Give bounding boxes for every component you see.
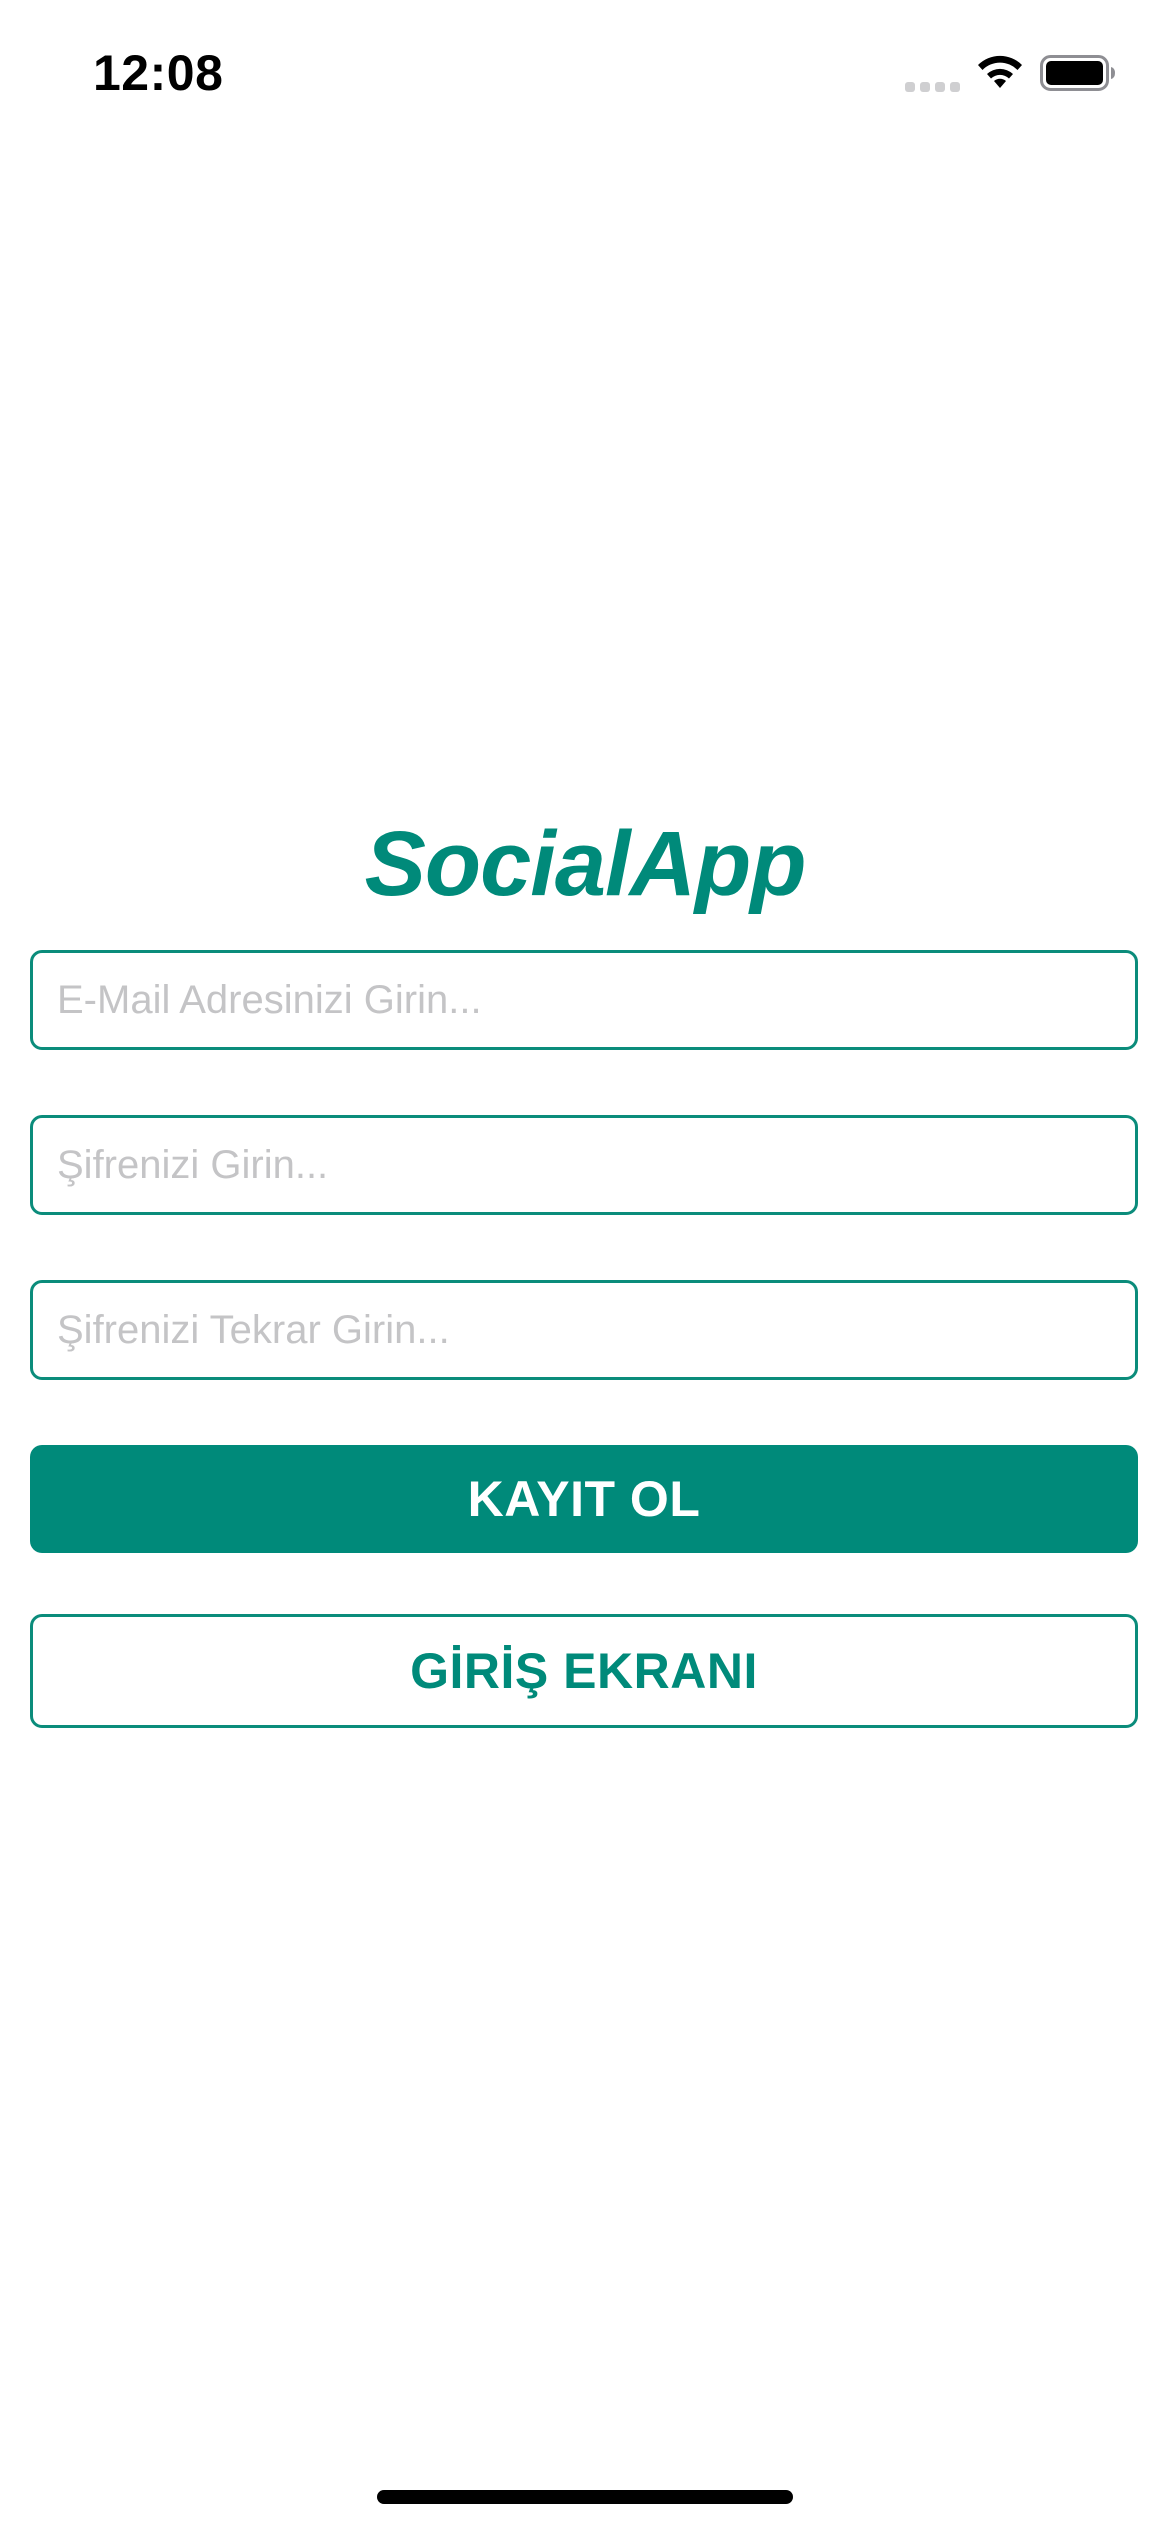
battery-icon bbox=[1040, 55, 1115, 91]
cellular-signal-icon bbox=[905, 82, 960, 92]
status-time: 12:08 bbox=[93, 45, 224, 101]
password-field[interactable] bbox=[30, 1115, 1138, 1215]
status-bar: 12:08 bbox=[0, 0, 1170, 150]
home-indicator[interactable] bbox=[377, 2490, 793, 2504]
wifi-icon bbox=[978, 55, 1022, 88]
register-button[interactable]: KAYIT OL bbox=[30, 1445, 1138, 1553]
login-screen-button[interactable]: GİRİŞ EKRANI bbox=[30, 1614, 1138, 1728]
password-repeat-input[interactable] bbox=[33, 1283, 1135, 1377]
email-input[interactable] bbox=[33, 953, 1135, 1047]
password-repeat-field[interactable] bbox=[30, 1280, 1138, 1380]
app-title: SocialApp bbox=[364, 813, 807, 915]
register-button-label: KAYIT OL bbox=[467, 1471, 701, 1527]
password-input[interactable] bbox=[33, 1118, 1135, 1212]
email-field[interactable] bbox=[30, 950, 1138, 1050]
login-screen-button-label: GİRİŞ EKRANI bbox=[410, 1643, 758, 1699]
